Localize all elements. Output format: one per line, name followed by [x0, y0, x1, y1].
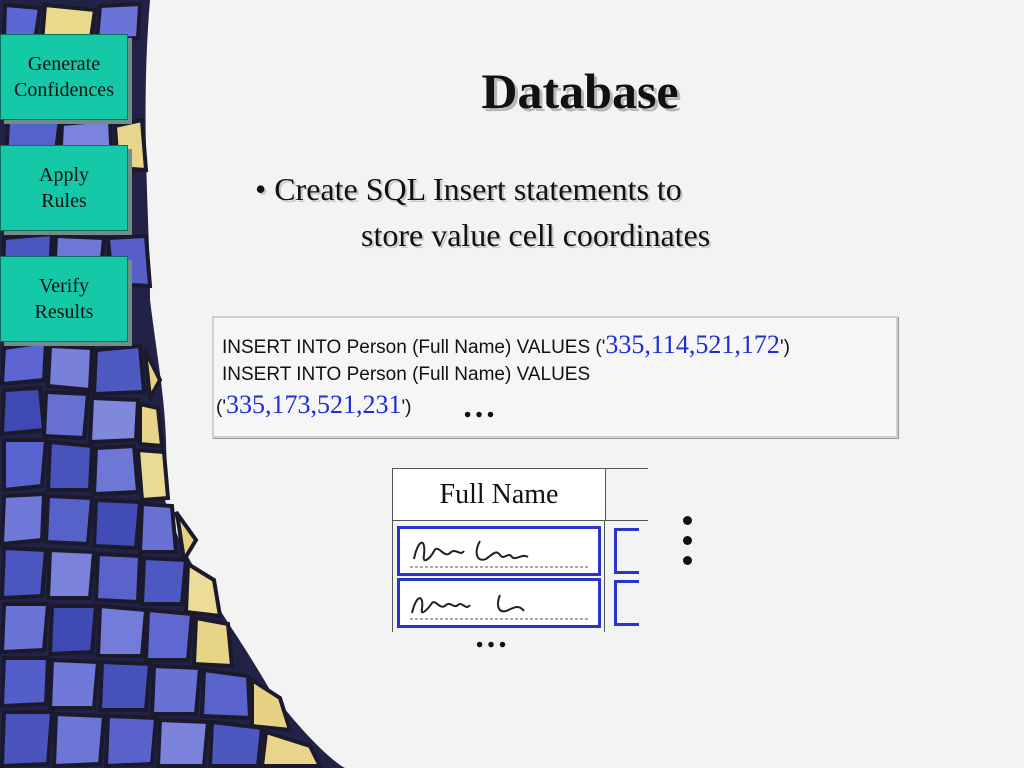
table-header-full-name: Full Name — [392, 468, 606, 521]
vertical-ellipsis-dot — [683, 536, 692, 545]
generate-confidences-button[interactable]: Generate Confidences — [0, 34, 128, 120]
table-ellipsis: … — [474, 618, 510, 655]
table-divider — [392, 520, 648, 521]
coordinate-cell-2 — [614, 580, 639, 626]
sql-line-3: ('335,173,521,231') — [216, 390, 411, 420]
sql-statements-box: INSERT INTO Person (Full Name) VALUES ('… — [212, 316, 898, 438]
handwritten-name-1 — [410, 540, 590, 568]
table-header-extra-cell — [605, 468, 648, 521]
sql-line-3-prefix: (' — [216, 397, 226, 418]
generate-confidences-label: Generate Confidences — [14, 53, 114, 101]
vertical-ellipsis-dot — [683, 556, 692, 565]
full-name-table: Full Name — [392, 468, 648, 632]
verify-results-label: Verify Results — [34, 275, 94, 323]
sql-line-2: INSERT INTO Person (Full Name) VALUES — [222, 364, 591, 385]
signature-cell-1 — [397, 526, 601, 576]
sql-line-1: INSERT INTO Person (Full Name) VALUES ('… — [222, 330, 790, 360]
sql-line-3-suffix: ') — [401, 397, 412, 418]
coordinate-cell-1 — [614, 528, 639, 574]
table-left-border — [392, 520, 393, 632]
bullet-line-1: • Create SQL Insert statements to — [255, 171, 682, 207]
sql-line-1-suffix: ') — [779, 337, 790, 358]
sql-line-3-coordinates: 335,173,521,231 — [225, 390, 402, 419]
slide-title: Database — [481, 63, 679, 119]
vertical-ellipsis-dot — [683, 516, 692, 525]
apply-rules-button[interactable]: Apply Rules — [0, 145, 128, 231]
table-column-border — [604, 520, 605, 632]
bullet-line-2: store value cell coordinates — [361, 217, 711, 253]
verify-results-button[interactable]: Verify Results — [0, 256, 128, 342]
sql-ellipsis: … — [462, 388, 498, 425]
bullet-point: • Create SQL Insert statements to store … — [255, 166, 855, 258]
sql-line-1-coordinates: 335,114,521,172 — [605, 330, 780, 359]
apply-rules-label: Apply Rules — [39, 164, 89, 212]
sql-line-1-prefix: INSERT INTO Person (Full Name) VALUES (' — [222, 337, 606, 358]
